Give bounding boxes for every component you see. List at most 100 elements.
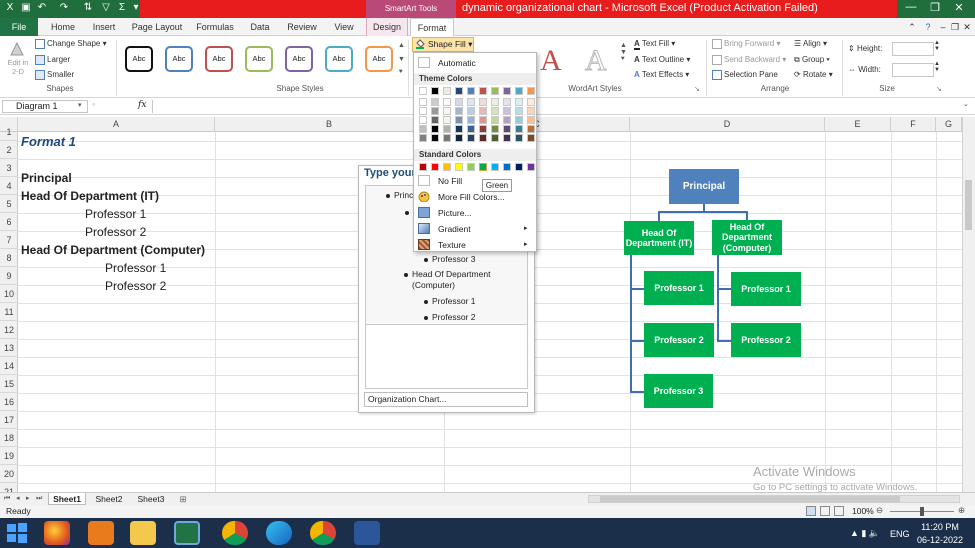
column-header[interactable]: A bbox=[18, 117, 215, 132]
tab-format[interactable]: Format bbox=[410, 18, 454, 36]
text-pane-item[interactable]: Professor 3 bbox=[432, 254, 475, 264]
tab-review[interactable]: Review bbox=[282, 18, 322, 36]
theme-color-swatch[interactable] bbox=[431, 87, 439, 95]
row-header[interactable]: 20 bbox=[0, 465, 18, 483]
theme-color-swatch[interactable] bbox=[467, 134, 475, 142]
shape-style-preset[interactable]: Abc bbox=[245, 46, 273, 72]
rotate-button[interactable]: ⟳ Rotate ▾ bbox=[794, 70, 833, 79]
restore-button[interactable]: ❐ bbox=[924, 1, 946, 14]
text-outline-button[interactable]: A Text Outline ▾ bbox=[634, 55, 690, 64]
language-indicator[interactable]: ENG bbox=[890, 529, 910, 539]
row-header[interactable]: 4 bbox=[0, 177, 18, 195]
row-header[interactable]: 11 bbox=[0, 303, 18, 321]
word-icon[interactable] bbox=[354, 521, 380, 545]
row-header[interactable]: 7 bbox=[0, 231, 18, 249]
theme-color-swatch[interactable] bbox=[515, 125, 523, 133]
column-header[interactable]: B bbox=[215, 117, 444, 132]
tab-formulas[interactable]: Formulas bbox=[192, 18, 238, 36]
file-explorer-icon[interactable] bbox=[130, 521, 156, 545]
theme-color-swatch[interactable] bbox=[503, 125, 511, 133]
shape-style-preset[interactable]: Abc bbox=[125, 46, 153, 72]
standard-color-swatch[interactable] bbox=[527, 163, 535, 171]
name-box-dropdown-icon[interactable]: ▾ bbox=[78, 101, 82, 109]
chrome-profile-icon[interactable] bbox=[310, 521, 336, 545]
clock-time[interactable]: 11:20 PM bbox=[920, 522, 960, 532]
theme-color-swatch[interactable] bbox=[515, 98, 523, 106]
theme-color-swatch[interactable] bbox=[455, 107, 463, 115]
standard-color-swatch[interactable] bbox=[479, 163, 487, 171]
tray-icons[interactable]: ▲ ▮ 🔈 bbox=[850, 528, 880, 539]
vertical-scrollbar[interactable] bbox=[962, 117, 975, 492]
theme-color-swatch[interactable] bbox=[515, 116, 523, 124]
org-node-comp-professor-1[interactable]: Professor 1 bbox=[731, 272, 801, 306]
page-layout-view-icon[interactable] bbox=[820, 506, 830, 516]
theme-color-swatch[interactable] bbox=[443, 125, 451, 133]
menu-no-fill[interactable]: No Fill bbox=[438, 176, 462, 186]
redo-icon[interactable]: ↷ bbox=[58, 2, 70, 14]
insert-function-icon[interactable]: fx bbox=[138, 100, 146, 110]
standard-color-swatch[interactable] bbox=[443, 163, 451, 171]
column-header[interactable]: F bbox=[891, 117, 936, 132]
save-icon[interactable]: ▣ bbox=[20, 2, 32, 14]
row-header[interactable]: 1 bbox=[0, 123, 18, 141]
zoom-level[interactable]: 100% bbox=[852, 506, 874, 516]
theme-color-swatch[interactable] bbox=[527, 116, 535, 124]
sheet-nav-first-icon[interactable]: ⏮ bbox=[4, 493, 10, 505]
outlook-icon[interactable] bbox=[88, 521, 114, 545]
shape-style-preset[interactable]: Abc bbox=[325, 46, 353, 72]
theme-color-swatch[interactable] bbox=[419, 87, 427, 95]
org-node-comp-professor-2[interactable]: Professor 2 bbox=[731, 323, 801, 357]
formula-bar-collapse-icon[interactable]: ⌄ bbox=[963, 100, 969, 108]
wordart-dialog-launcher-icon[interactable]: ↘ bbox=[694, 85, 700, 93]
tab-insert[interactable]: Insert bbox=[86, 18, 122, 36]
theme-color-swatch[interactable] bbox=[527, 98, 535, 106]
theme-color-swatch[interactable] bbox=[491, 107, 499, 115]
sheet-nav-prev-icon[interactable]: ◂ bbox=[16, 493, 20, 505]
standard-color-swatch[interactable] bbox=[491, 163, 499, 171]
styles-scroll-up-icon[interactable]: ▲ bbox=[398, 42, 405, 49]
cell-a2[interactable]: Format 1 bbox=[21, 134, 76, 149]
workbook-close-icon[interactable]: ✕ bbox=[961, 18, 973, 36]
row-header[interactable]: 9 bbox=[0, 267, 18, 285]
text-pane-empty-area[interactable] bbox=[365, 325, 528, 389]
row-header[interactable]: 5 bbox=[0, 195, 18, 213]
theme-color-swatch[interactable] bbox=[527, 107, 535, 115]
edit-2d-button[interactable]: Edit in 2-D bbox=[6, 40, 28, 76]
standard-color-swatch[interactable] bbox=[515, 163, 523, 171]
standard-color-swatch[interactable] bbox=[467, 163, 475, 171]
theme-color-swatch[interactable] bbox=[491, 87, 499, 95]
standard-color-swatch[interactable] bbox=[455, 163, 463, 171]
theme-color-swatch[interactable] bbox=[419, 125, 427, 133]
cell-a9[interactable]: Professor 1 bbox=[105, 261, 166, 275]
org-node-it-professor-2[interactable]: Professor 2 bbox=[644, 323, 714, 357]
bring-forward-button[interactable]: Bring Forward ▾ bbox=[712, 39, 781, 49]
cell-a6[interactable]: Professor 1 bbox=[85, 207, 146, 221]
theme-color-swatch[interactable] bbox=[467, 116, 475, 124]
theme-color-swatch[interactable] bbox=[467, 87, 475, 95]
firefox-icon[interactable] bbox=[44, 521, 70, 545]
theme-color-swatch[interactable] bbox=[455, 125, 463, 133]
help-icon[interactable]: ? bbox=[921, 18, 935, 36]
theme-color-swatch[interactable] bbox=[467, 98, 475, 106]
theme-color-swatch[interactable] bbox=[455, 98, 463, 106]
styles-scroll-down-icon[interactable]: ▼ bbox=[398, 56, 405, 63]
customize-qat-icon[interactable]: ▾ bbox=[130, 2, 142, 14]
theme-color-swatch[interactable] bbox=[431, 107, 439, 115]
smaller-button[interactable]: Smaller bbox=[35, 70, 74, 80]
column-header[interactable]: E bbox=[825, 117, 891, 132]
theme-color-swatch[interactable] bbox=[431, 116, 439, 124]
theme-color-swatch[interactable] bbox=[443, 87, 451, 95]
start-button-icon[interactable] bbox=[6, 522, 28, 544]
width-input[interactable] bbox=[892, 63, 934, 77]
row-header[interactable]: 3 bbox=[0, 159, 18, 177]
theme-color-swatch[interactable] bbox=[515, 87, 523, 95]
undo-icon[interactable]: ↶ bbox=[36, 2, 48, 14]
theme-color-swatch[interactable] bbox=[503, 116, 511, 124]
ribbon-minimize-icon[interactable]: ⌃ bbox=[905, 18, 919, 36]
theme-color-swatch[interactable] bbox=[491, 116, 499, 124]
row-header[interactable]: 19 bbox=[0, 447, 18, 465]
tab-home[interactable]: Home bbox=[44, 18, 82, 36]
text-pane-item[interactable]: Professor 1 bbox=[432, 296, 475, 306]
change-shape-button[interactable]: Change Shape ▾ bbox=[35, 39, 107, 49]
row-header[interactable]: 2 bbox=[0, 141, 18, 159]
